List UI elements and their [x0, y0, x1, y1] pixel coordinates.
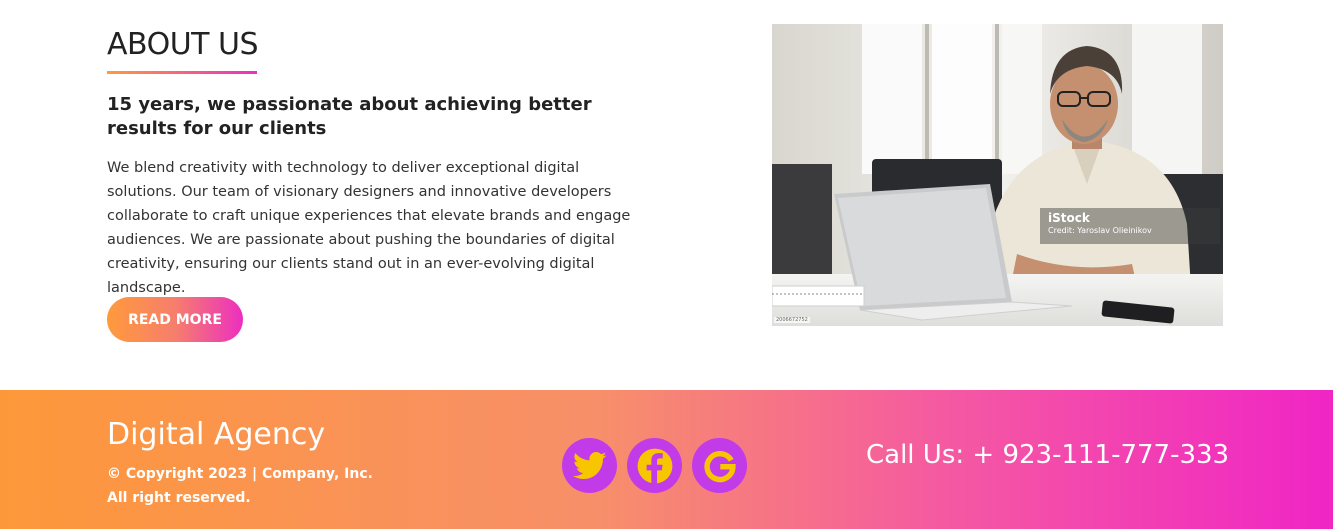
about-body-text: We blend creativity with technology to d…: [107, 160, 631, 296]
watermark-brand: iStock: [1048, 211, 1090, 225]
twitter-icon: [572, 451, 606, 479]
footer-brand: Digital Agency: [107, 417, 326, 452]
copyright-text: © Copyright 2023 | Company, Inc. All rig…: [107, 462, 373, 510]
facebook-button[interactable]: [627, 438, 682, 493]
phone-number[interactable]: Call Us: + 923-111-777-333: [866, 438, 1229, 472]
facebook-icon: [637, 448, 672, 485]
rights-line: All right reserved.: [107, 490, 251, 506]
about-section: ABOUT US 15 years, we passionate about a…: [0, 0, 1333, 390]
about-photo: iStock Credit: Yaroslav Olieinikov 20066…: [772, 24, 1223, 326]
google-icon: [703, 450, 736, 482]
site-footer: Digital Agency © Copyright 2023 | Compan…: [0, 390, 1333, 529]
watermark-credit: Credit: Yaroslav Olieinikov: [1048, 226, 1152, 235]
twitter-button[interactable]: [562, 438, 617, 493]
google-button[interactable]: [692, 438, 747, 493]
about-text-block: ABOUT US 15 years, we passionate about a…: [107, 26, 667, 300]
stock-watermark: iStock Credit: Yaroslav Olieinikov: [1040, 208, 1220, 244]
office-photo-illustration: [772, 24, 1223, 326]
title-underline: [107, 71, 257, 74]
about-heading: 15 years, we passionate about achieving …: [107, 94, 592, 139]
social-links: [562, 438, 747, 493]
read-more-button[interactable]: READ MORE: [107, 297, 243, 342]
copyright-line: © Copyright 2023 | Company, Inc.: [107, 466, 373, 482]
stock-photo-id: 2006672752: [774, 317, 810, 323]
about-title: ABOUT US: [107, 27, 259, 62]
